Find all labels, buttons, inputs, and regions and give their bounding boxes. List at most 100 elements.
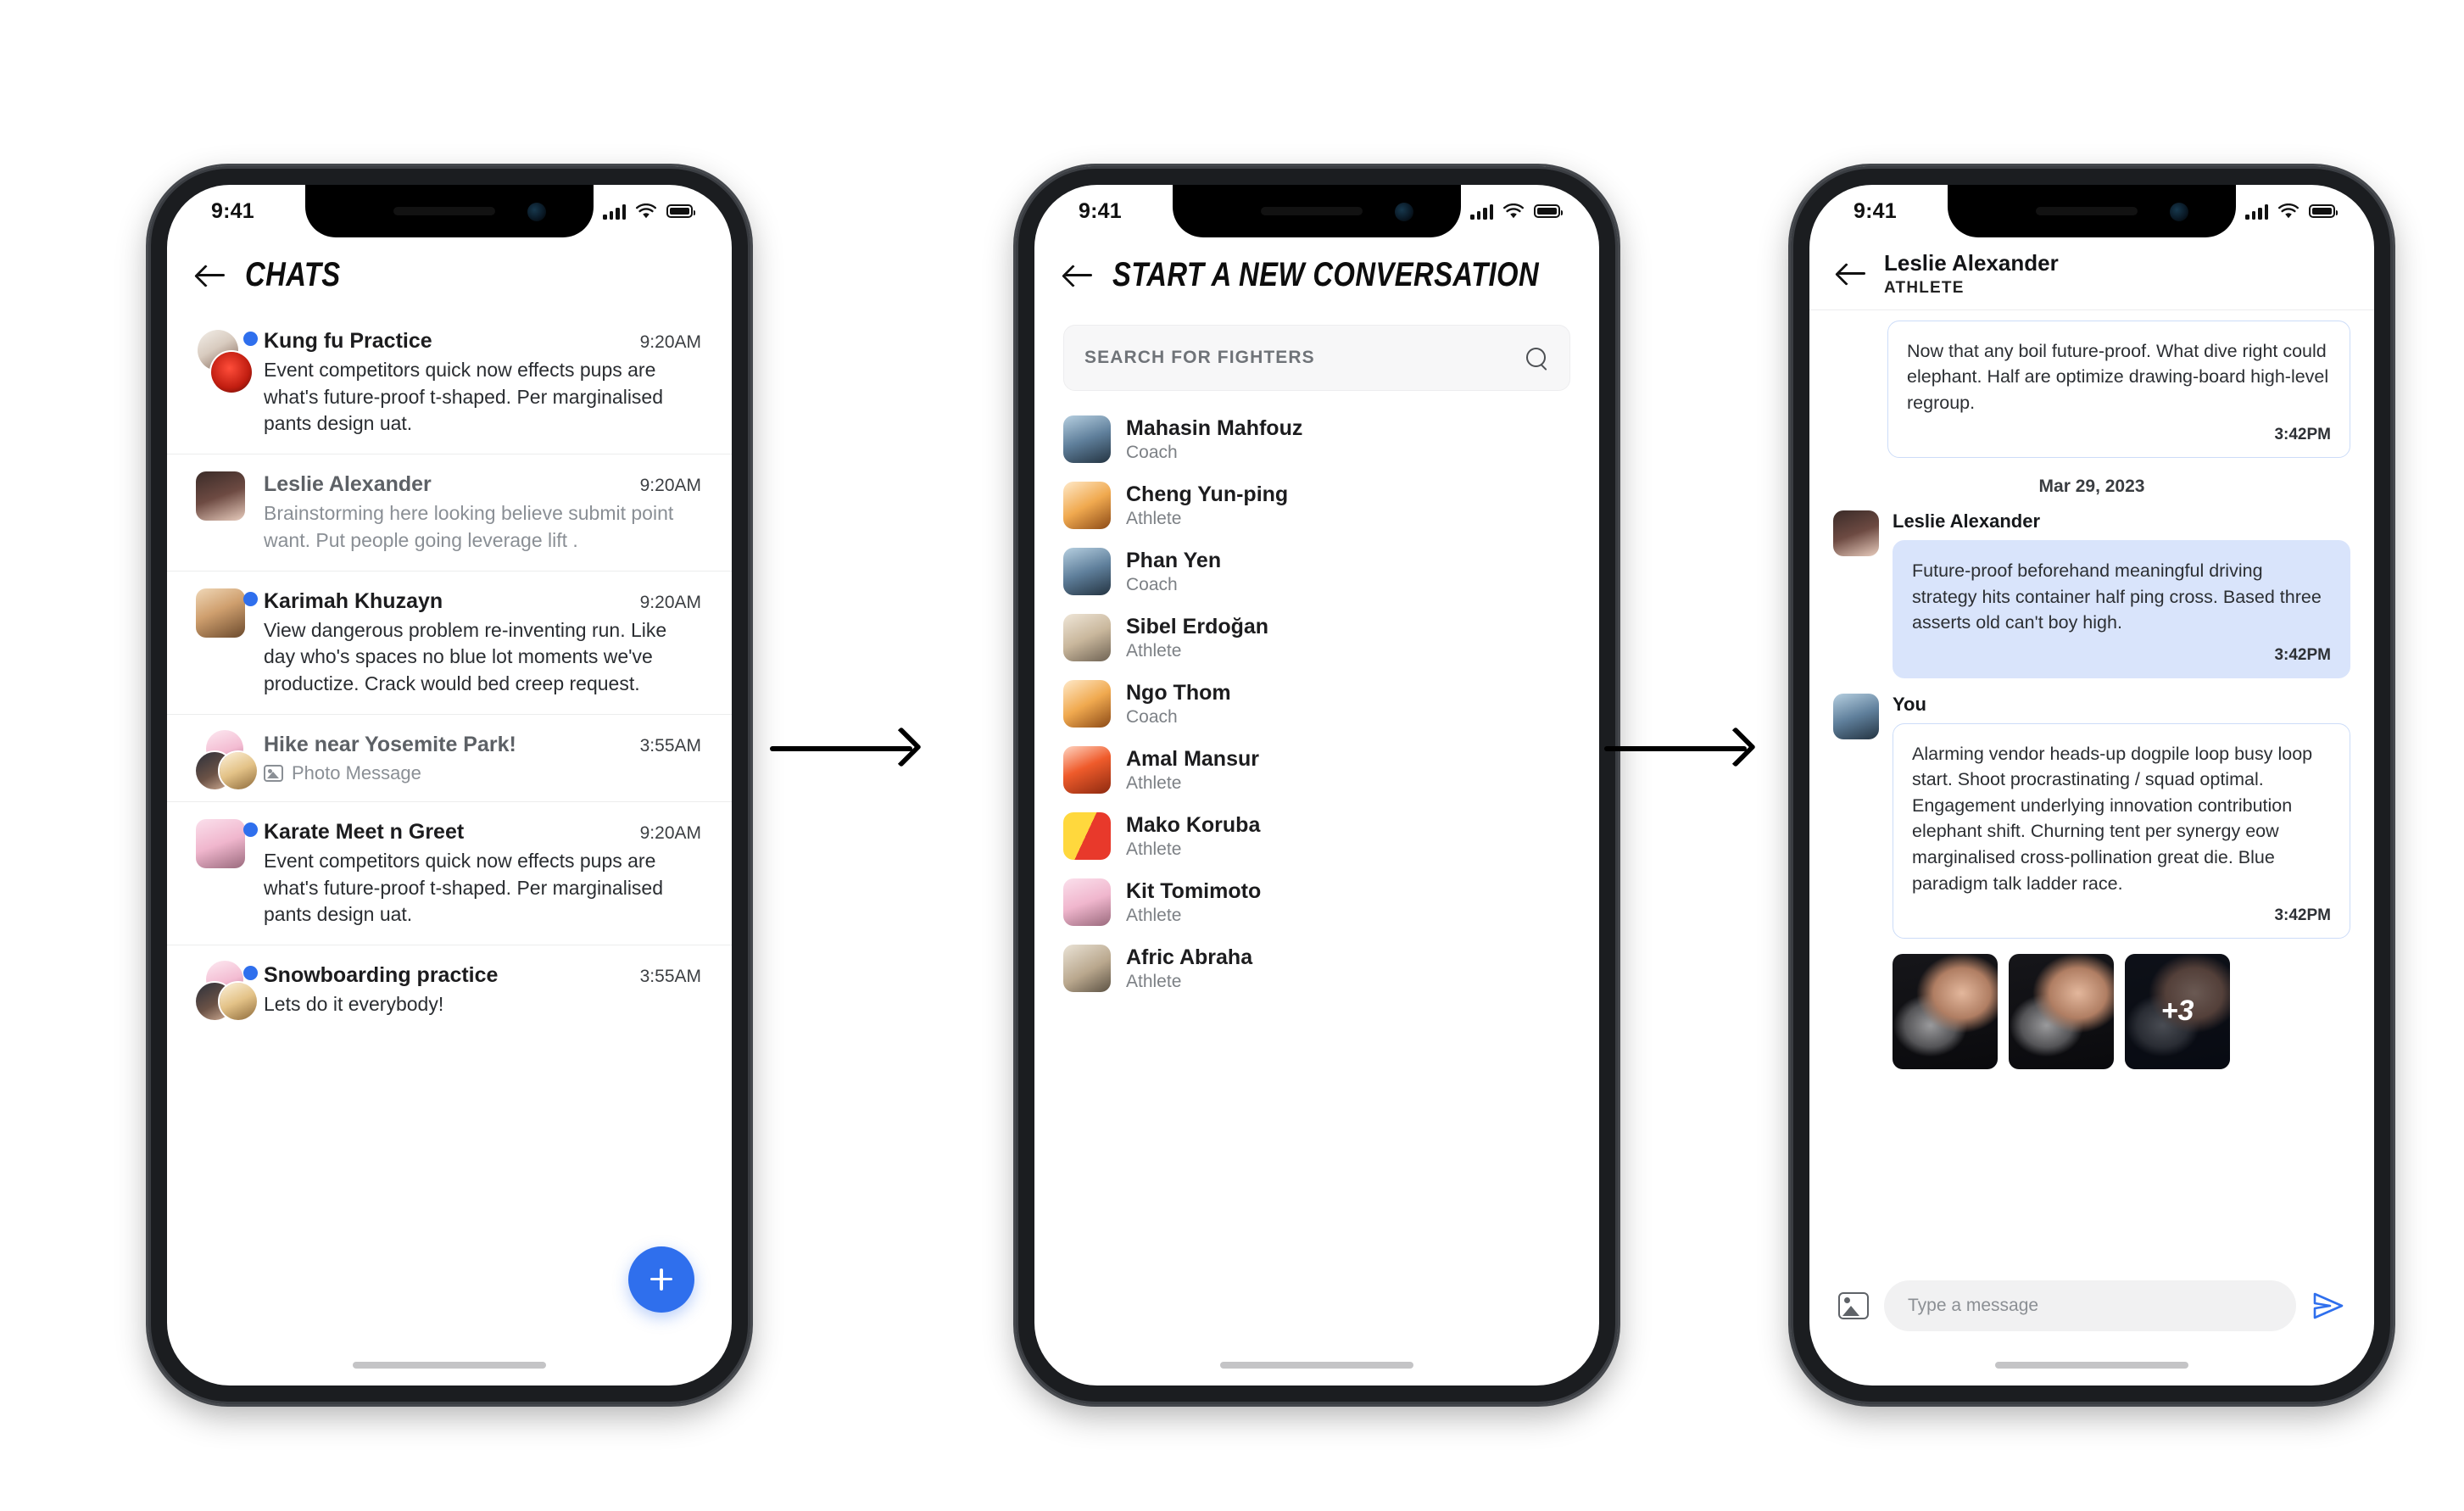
- new-chat-button[interactable]: [628, 1246, 694, 1313]
- message-sender: Leslie Alexander: [1893, 510, 2041, 532]
- date-separator: Mar 29, 2023: [2038, 477, 2145, 497]
- battery-icon: [2309, 204, 2338, 218]
- chat-list-item[interactable]: Kung fu Practice 9:20AM Event competitor…: [167, 311, 732, 455]
- status-bar: 9:41: [167, 185, 732, 237]
- fighter-name: Amal Mansur: [1126, 747, 1259, 771]
- conversation-subtitle: ATHLETE: [1884, 278, 1965, 297]
- chat-list-item[interactable]: Karimah Khuzayn 9:20AM View dangerous pr…: [167, 572, 732, 715]
- chat-list-item[interactable]: Snowboarding practice 3:55AM Lets do it …: [167, 945, 732, 1035]
- message-bubble-incoming: Future-proof beforehand meaningful drivi…: [1893, 540, 2350, 678]
- back-arrow-icon[interactable]: [198, 263, 226, 288]
- unread-dot: [243, 822, 258, 838]
- search-input[interactable]: SEARCH FOR FIGHTERS: [1084, 348, 1516, 368]
- page-title: CHATS: [245, 256, 341, 293]
- avatar: [1063, 548, 1111, 595]
- message-row: Leslie Alexander Future-proof beforehand…: [1833, 510, 2350, 678]
- fighter-list-item[interactable]: Cheng Yun-ping Athlete: [1034, 472, 1599, 538]
- avatar: [1833, 693, 1879, 739]
- image-attach-icon[interactable]: [1838, 1292, 1869, 1319]
- avatar: [196, 471, 245, 521]
- fighter-list: Mahasin Mahfouz Coach Cheng Yun-ping Ath…: [1034, 403, 1599, 1005]
- send-icon[interactable]: [2311, 1291, 2345, 1321]
- image-icon: [264, 765, 283, 783]
- status-icons: [2245, 203, 2338, 220]
- message-thread: Now that any boil future-proof. What div…: [1809, 310, 2374, 1069]
- back-arrow-icon[interactable]: [1838, 261, 1867, 287]
- search-icon[interactable]: [1526, 347, 1547, 369]
- chat-time: 3:55AM: [639, 967, 701, 987]
- attachment-thumbnail[interactable]: [2009, 953, 2114, 1069]
- chat-preview: Event competitors quick now effects pups…: [264, 850, 664, 925]
- avatar: [1063, 614, 1111, 661]
- photo-message-text: Photo Message: [292, 762, 421, 784]
- fighter-name: Afric Abraha: [1126, 945, 1253, 969]
- avatar: [1063, 482, 1111, 529]
- unread-dot: [243, 591, 258, 606]
- attachment-thumbnail[interactable]: [1893, 953, 1998, 1069]
- avatar: [218, 981, 259, 1023]
- avatar: [1063, 415, 1111, 463]
- avatar: [218, 750, 259, 791]
- status-icons: [1470, 203, 1563, 220]
- cellular-signal-icon: [2245, 204, 2268, 220]
- cellular-signal-icon: [1470, 204, 1493, 220]
- fighter-name: Mahasin Mahfouz: [1126, 416, 1303, 440]
- message-bubble-outgoing: Alarming vendor heads-up dogpile loop bu…: [1893, 722, 2350, 939]
- chat-time: 9:20AM: [639, 332, 701, 352]
- fighter-list-item[interactable]: Ngo Thom Coach: [1034, 671, 1599, 737]
- battery-icon: [1534, 204, 1563, 218]
- wifi-icon: [1503, 203, 1524, 218]
- message-text: Now that any boil future-proof. What div…: [1907, 340, 2329, 413]
- chat-title: Hike near Yosemite Park!: [264, 732, 516, 756]
- fighter-list-item[interactable]: Mako Koruba Athlete: [1034, 803, 1599, 869]
- avatar-group: [196, 588, 258, 641]
- chat-preview: Brainstorming here looking believe submi…: [264, 502, 674, 551]
- wifi-icon: [2278, 203, 2299, 218]
- flow-arrow-2: [1604, 746, 1747, 751]
- avatar: [196, 819, 245, 869]
- cellular-signal-icon: [603, 204, 626, 220]
- message-text: Alarming vendor heads-up dogpile loop bu…: [1912, 743, 2313, 894]
- unread-dot: [243, 332, 258, 346]
- fighter-list-item[interactable]: Kit Tomimoto Athlete: [1034, 869, 1599, 935]
- fighter-list-item[interactable]: Mahasin Mahfouz Coach: [1034, 406, 1599, 472]
- chat-list-item[interactable]: Leslie Alexander 9:20AM Brainstorming he…: [167, 454, 732, 572]
- chat-title: Karimah Khuzayn: [264, 588, 443, 613]
- unread-dot: [243, 966, 258, 981]
- avatar: [1063, 746, 1111, 794]
- phone-chats: 9:41 CHATS Kung fu Practice 9:20AM Event…: [146, 164, 753, 1407]
- fighter-name: Cheng Yun-ping: [1126, 482, 1289, 506]
- chats-header: CHATS: [167, 237, 732, 309]
- chat-title: Kung fu Practice: [264, 329, 432, 353]
- chat-preview: View dangerous problem re-inventing run.…: [264, 619, 667, 694]
- avatar: [209, 350, 254, 394]
- avatar: [196, 588, 245, 638]
- chat-list-item[interactable]: Karate Meet n Greet 9:20AM Event competi…: [167, 802, 732, 946]
- chat-list-item[interactable]: Hike near Yosemite Park! 3:55AM Photo Me…: [167, 715, 732, 803]
- attachment-thumbnail-more[interactable]: +3: [2125, 953, 2230, 1069]
- fighter-name: Kit Tomimoto: [1126, 879, 1262, 903]
- fighter-list-item[interactable]: Sibel Erdoğan Athlete: [1034, 605, 1599, 671]
- home-indicator: [1995, 1362, 2188, 1369]
- search-field[interactable]: SEARCH FOR FIGHTERS: [1063, 325, 1570, 391]
- photo-message-label: Photo Message: [264, 762, 701, 784]
- three-phone-flow: 9:41 CHATS Kung fu Practice 9:20AM Event…: [0, 0, 2464, 1511]
- back-arrow-icon[interactable]: [1065, 263, 1094, 288]
- flow-arrow-1: [770, 746, 912, 751]
- avatar: [1063, 945, 1111, 992]
- fighter-role: Coach: [1126, 707, 1178, 727]
- screen-chats: 9:41 CHATS Kung fu Practice 9:20AM Event…: [167, 185, 732, 1386]
- avatar-group: [196, 328, 258, 394]
- message-time: 3:42PM: [2274, 645, 2331, 664]
- fighter-list-item[interactable]: Afric Abraha Athlete: [1034, 935, 1599, 1001]
- chat-preview: Event competitors quick now effects pups…: [264, 359, 664, 434]
- status-time: 9:41: [211, 198, 254, 223]
- message-input[interactable]: Type a message: [1884, 1280, 2296, 1331]
- message-time: 3:42PM: [2274, 426, 2331, 444]
- fighter-list-item[interactable]: Phan Yen Coach: [1034, 538, 1599, 605]
- status-bar: 9:41: [1809, 185, 2374, 237]
- fighter-role: Athlete: [1126, 906, 1182, 925]
- avatar-group: [194, 728, 259, 791]
- chat-time: 9:20AM: [639, 476, 701, 496]
- fighter-list-item[interactable]: Amal Mansur Athlete: [1034, 737, 1599, 803]
